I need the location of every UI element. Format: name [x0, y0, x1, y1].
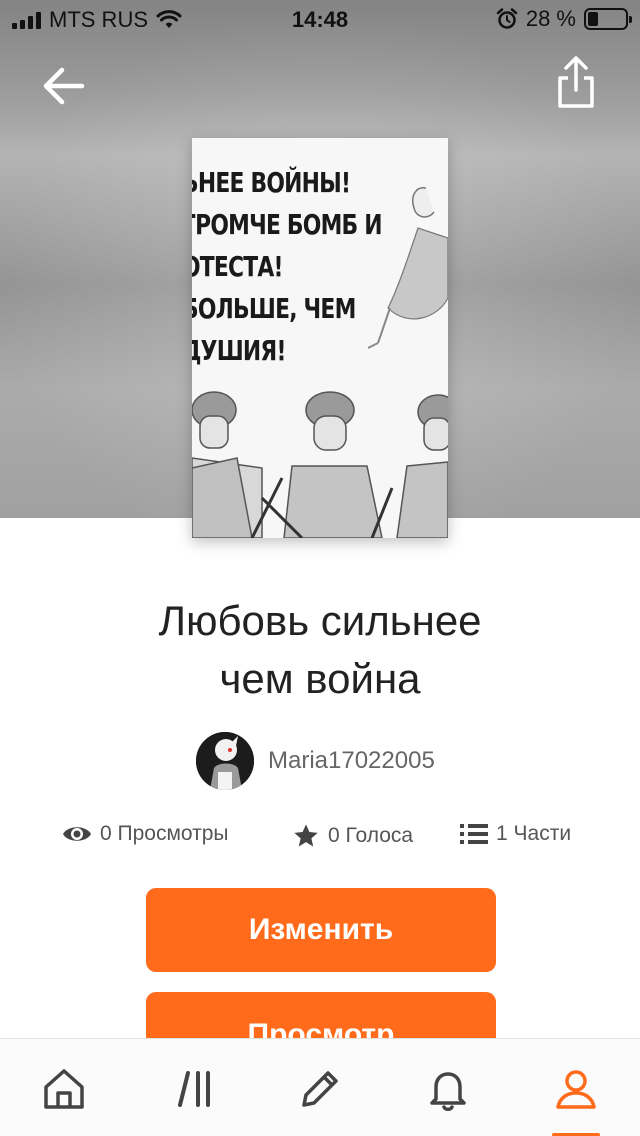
- title-line-2: чем война: [219, 655, 421, 702]
- tab-library[interactable]: [166, 1061, 222, 1117]
- votes-count: 0: [328, 824, 340, 847]
- views-stat: 0 Просмотры: [62, 822, 229, 846]
- back-button[interactable]: [36, 58, 92, 114]
- list-icon: [460, 824, 488, 844]
- author-row[interactable]: Maria17022005: [196, 732, 435, 790]
- battery-percent: 28 %: [525, 6, 576, 31]
- parts-count: 1: [496, 822, 508, 845]
- avatar-image: [196, 732, 254, 790]
- views-count: 0: [100, 822, 112, 845]
- edit-button[interactable]: Изменить: [146, 888, 496, 972]
- tab-profile[interactable]: [548, 1061, 604, 1117]
- profile-icon: [556, 1070, 596, 1109]
- arrow-left-icon: [43, 67, 85, 105]
- battery-icon: [584, 8, 632, 30]
- bottom-tab-bar: [0, 1038, 640, 1136]
- story-cover[interactable]: ЬНЕЕ ВОЙНЫ! ГРОМЧЕ БОМБ И ОТЕСТА! БОЛЬШЕ…: [192, 138, 448, 538]
- tab-write[interactable]: [292, 1061, 348, 1117]
- views-label: Просмотры: [117, 822, 229, 845]
- cover-soldiers-illustration: [192, 391, 448, 538]
- home-icon: [44, 1069, 84, 1109]
- status-bar: MTS RUS 14:48 28 %: [0, 0, 640, 40]
- parts-stat[interactable]: 1 Части: [460, 822, 571, 846]
- share-icon: [558, 56, 594, 108]
- notifications-icon: [430, 1072, 466, 1111]
- star-icon: [294, 824, 318, 847]
- parts-label: Части: [513, 822, 572, 845]
- tab-home[interactable]: [36, 1061, 92, 1117]
- story-stats: 0 Просмотры 0 Голоса 1 Части: [0, 822, 640, 858]
- votes-label: Голоса: [345, 824, 414, 847]
- story-title: Любовь сильнее чем война: [0, 592, 640, 708]
- cover-text: ЬНЕЕ ВОЙНЫ! ГРОМЧЕ БОМБ И ОТЕСТА! БОЛЬШЕ…: [192, 166, 383, 367]
- library-icon: [178, 1071, 210, 1107]
- eye-icon: [63, 827, 91, 841]
- avatar[interactable]: [196, 732, 254, 790]
- share-button[interactable]: [548, 54, 604, 114]
- cover-figure-illustration: [368, 187, 448, 349]
- votes-stat: 0 Голоса: [292, 822, 413, 850]
- tab-notifications[interactable]: [420, 1061, 476, 1117]
- title-line-1: Любовь сильнее: [158, 597, 482, 644]
- alarm-icon: [496, 8, 518, 29]
- write-icon: [302, 1071, 338, 1107]
- status-right: 28 %: [496, 6, 632, 32]
- author-name[interactable]: Maria17022005: [268, 747, 435, 775]
